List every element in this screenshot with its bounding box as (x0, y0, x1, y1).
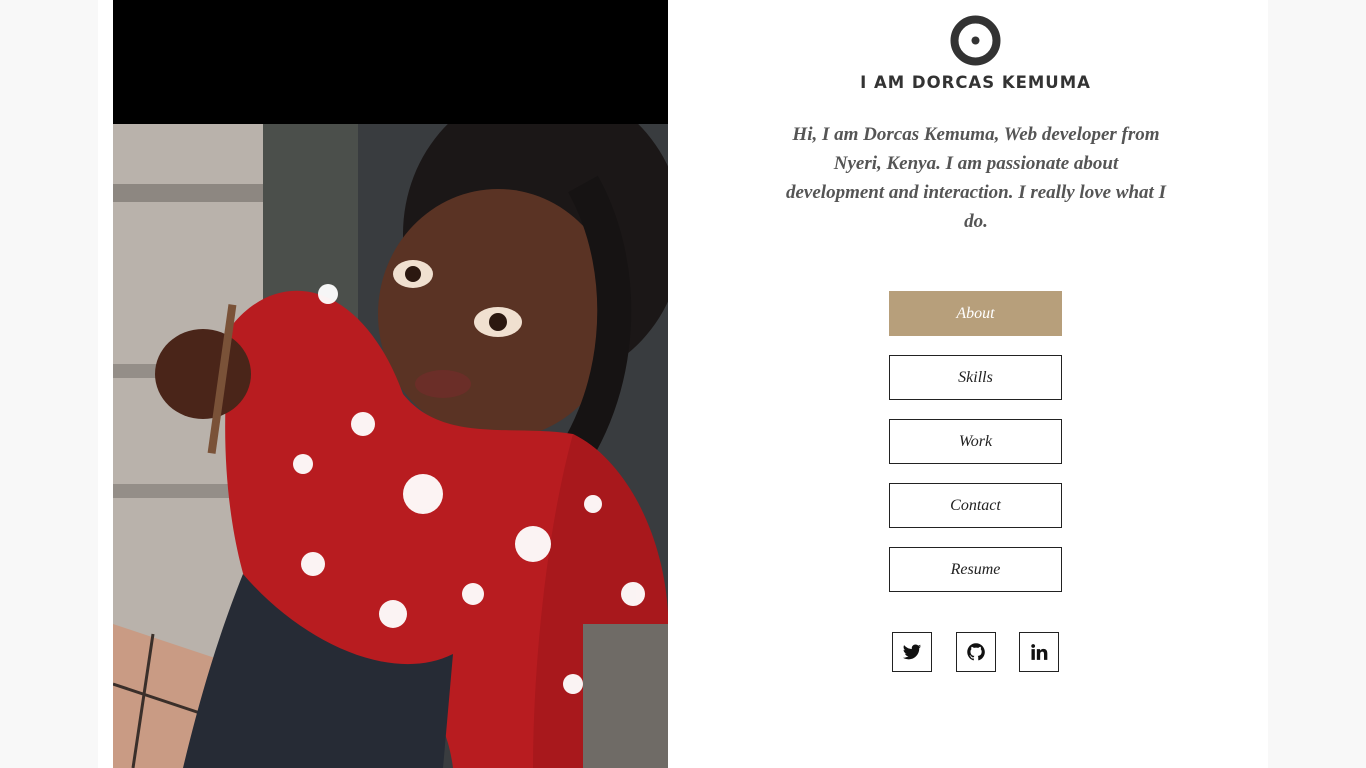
twitter-icon (902, 644, 922, 660)
target-logo-icon (950, 15, 1001, 66)
github-button[interactable] (956, 632, 996, 672)
twitter-button[interactable] (892, 632, 932, 672)
page-title: I AM DORCAS KEMUMA (860, 73, 1091, 92)
intro-content: I AM DORCAS KEMUMA Hi, I am Dorcas Kemum… (668, 0, 1268, 768)
main-navigation: About Skills Work Contact Resume (889, 291, 1062, 611)
intro-text: Hi, I am Dorcas Kemuma, Web developer fr… (786, 124, 1166, 232)
linkedin-button[interactable] (1019, 632, 1059, 672)
portrait-photo-illustration (113, 124, 668, 768)
nav-about-button[interactable]: About (889, 291, 1062, 336)
nav-contact-button[interactable]: Contact (889, 483, 1062, 528)
page-container: I AM DORCAS KEMUMA Hi, I am Dorcas Kemum… (98, 0, 1268, 768)
profile-photo (113, 0, 668, 768)
nav-skills-button[interactable]: Skills (889, 355, 1062, 400)
linkedin-icon (1031, 644, 1048, 660)
github-icon (967, 643, 985, 661)
nav-resume-button[interactable]: Resume (889, 547, 1062, 592)
nav-work-button[interactable]: Work (889, 419, 1062, 464)
photo-black-bar (113, 0, 668, 124)
